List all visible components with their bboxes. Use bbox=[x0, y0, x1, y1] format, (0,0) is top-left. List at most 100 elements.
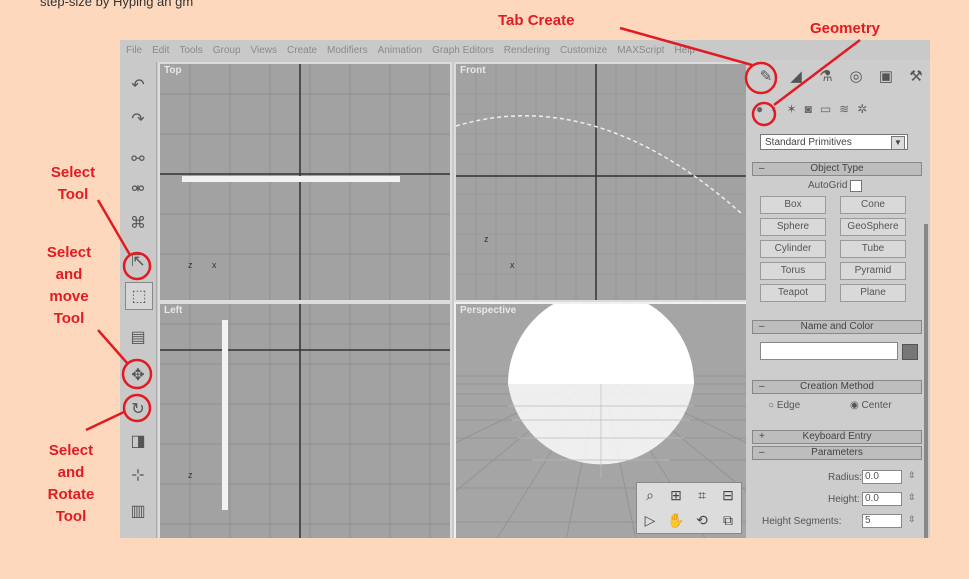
name-color-rollout[interactable]: – Name and Color bbox=[752, 320, 922, 334]
select-and-rotate-icon[interactable]: ↻ bbox=[125, 396, 151, 422]
category-dropdown[interactable]: Standard Primitives ▼ bbox=[760, 134, 908, 150]
command-panel: ✎ ◢ ⚗ ◎ ▣ ⚒ ● ◐ ✶ ◙ ▭ ≋ ✲ Standard Primi… bbox=[746, 60, 930, 538]
center-radio[interactable]: ◉ Center bbox=[850, 400, 892, 411]
collapse-icon: – bbox=[759, 447, 765, 458]
motion-tab-icon[interactable]: ◎ bbox=[844, 64, 868, 88]
command-panel-scrollbar[interactable] bbox=[924, 224, 928, 538]
menu-animation[interactable]: Animation bbox=[378, 45, 422, 56]
select-and-move-icon[interactable]: ✥ bbox=[125, 362, 151, 388]
menu-modifiers[interactable]: Modifiers bbox=[327, 45, 368, 56]
tube-button[interactable]: Tube bbox=[840, 240, 906, 258]
space-warps-icon[interactable]: ≋ bbox=[839, 102, 849, 116]
cylinder-button[interactable]: Cylinder bbox=[760, 240, 826, 258]
zoom-extents-icon[interactable]: ⌗ bbox=[698, 487, 706, 504]
viewport-top-grid bbox=[160, 64, 450, 300]
dropdown-arrow-icon[interactable]: ▼ bbox=[891, 136, 905, 150]
select-rotate-annotation: Select and Rotate Tool bbox=[36, 440, 106, 528]
radius-spinner-icon[interactable]: ⇳ bbox=[908, 470, 916, 481]
parameters-rollout[interactable]: – Parameters bbox=[752, 446, 922, 460]
viewport-label-left[interactable]: Left bbox=[164, 305, 182, 316]
select-rotate-annotation-line: Tool bbox=[55, 508, 87, 525]
display-tab-icon[interactable]: ▣ bbox=[874, 64, 898, 88]
viewport-label-front[interactable]: Front bbox=[460, 65, 486, 76]
edge-radio[interactable]: ○ Edge bbox=[768, 400, 800, 411]
keyboard-entry-header: Keyboard Entry bbox=[802, 431, 872, 442]
autogrid-checkbox[interactable] bbox=[850, 180, 862, 192]
menu-create[interactable]: Create bbox=[287, 45, 317, 56]
menu-group[interactable]: Group bbox=[213, 45, 241, 56]
viewport-label-top[interactable]: Top bbox=[164, 65, 182, 76]
geometry-icon[interactable]: ● bbox=[756, 102, 763, 116]
zoom-all-icon[interactable]: ⊞ bbox=[670, 487, 682, 504]
utilities-tab-icon[interactable]: ⚒ bbox=[904, 64, 928, 88]
autogrid-label: AutoGrid bbox=[808, 180, 848, 191]
teapot-button[interactable]: Teapot bbox=[760, 284, 826, 302]
keyboard-entry-rollout[interactable]: + Keyboard Entry bbox=[752, 430, 922, 444]
hierarchy-tab-icon[interactable]: ⚗ bbox=[814, 64, 838, 88]
select-rotate-leader bbox=[85, 410, 125, 432]
select-tool-annotation: Select Tool bbox=[40, 162, 106, 206]
parameters-header: Parameters bbox=[811, 447, 863, 458]
zoom-icon[interactable]: ⌕ bbox=[646, 487, 654, 504]
lights-icon[interactable]: ✶ bbox=[787, 102, 797, 116]
sphere-button[interactable]: Sphere bbox=[760, 218, 826, 236]
axis-z-label: z bbox=[188, 260, 193, 270]
pan-icon[interactable]: ✋ bbox=[667, 512, 684, 529]
height-spinner-icon[interactable]: ⇳ bbox=[908, 492, 916, 503]
height-segments-field[interactable]: 5 bbox=[862, 514, 902, 528]
modify-tab-icon[interactable]: ◢ bbox=[784, 64, 808, 88]
geosphere-button[interactable]: GeoSphere bbox=[840, 218, 906, 236]
plane-button[interactable]: Plane bbox=[840, 284, 906, 302]
shapes-icon[interactable]: ◐ bbox=[771, 102, 778, 116]
helpers-icon[interactable]: ▭ bbox=[820, 102, 831, 116]
unlink-icon[interactable]: ⚮ bbox=[125, 176, 151, 202]
systems-icon[interactable]: ✲ bbox=[857, 102, 867, 116]
name-color-header: Name and Color bbox=[800, 321, 874, 332]
arc-rotate-icon[interactable]: ⟲ bbox=[696, 512, 708, 529]
select-rotate-annotation-line: and bbox=[57, 464, 85, 481]
menu-views[interactable]: Views bbox=[251, 45, 278, 56]
cone-button[interactable]: Cone bbox=[840, 196, 906, 214]
menu-edit[interactable]: Edit bbox=[152, 45, 169, 56]
menu-maxscript[interactable]: MAXScript bbox=[617, 45, 664, 56]
viewport-front[interactable]: Front z x bbox=[454, 62, 748, 302]
object-color-swatch[interactable] bbox=[902, 344, 918, 360]
creation-method-rollout[interactable]: – Creation Method bbox=[752, 380, 922, 394]
mirror-icon[interactable]: ⊹ bbox=[125, 462, 151, 488]
object-type-rollout[interactable]: – Object Type bbox=[752, 162, 922, 176]
undo-icon[interactable]: ↶ bbox=[125, 72, 151, 98]
menu-graph-editors[interactable]: Graph Editors bbox=[432, 45, 494, 56]
zoom-extents-all-icon[interactable]: ⊟ bbox=[722, 487, 734, 504]
viewport-top[interactable]: Top z x bbox=[158, 62, 452, 302]
app-window: File Edit Tools Group Views Create Modif… bbox=[120, 40, 930, 538]
link-icon[interactable]: ⚯ bbox=[125, 146, 151, 172]
pyramid-button[interactable]: Pyramid bbox=[840, 262, 906, 280]
align-icon[interactable]: ▥ bbox=[125, 498, 151, 524]
object-name-field[interactable] bbox=[760, 342, 898, 360]
height-segments-spinner-icon[interactable]: ⇳ bbox=[908, 514, 916, 525]
box-button[interactable]: Box bbox=[760, 196, 826, 214]
viewport-label-perspective[interactable]: Perspective bbox=[460, 305, 516, 316]
select-move-annotation-line: Select bbox=[46, 244, 92, 261]
region-select-icon[interactable]: ⬚ bbox=[125, 282, 153, 310]
menu-file[interactable]: File bbox=[126, 45, 142, 56]
menu-customize[interactable]: Customize bbox=[560, 45, 607, 56]
menu-help[interactable]: Help bbox=[674, 45, 695, 56]
field-of-view-icon[interactable]: ▷ bbox=[645, 512, 656, 529]
viewport-front-grid bbox=[456, 64, 746, 300]
radius-field[interactable]: 0.0 bbox=[862, 470, 902, 484]
torus-button[interactable]: Torus bbox=[760, 262, 826, 280]
cameras-icon[interactable]: ◙ bbox=[805, 102, 812, 116]
select-and-scale-icon[interactable]: ◨ bbox=[125, 428, 151, 454]
maximize-viewport-icon[interactable]: ⧉ bbox=[723, 512, 733, 529]
viewport-left[interactable]: Left z bbox=[158, 302, 452, 538]
select-tool-icon[interactable]: ⇱ bbox=[125, 248, 151, 274]
bind-space-warp-icon[interactable]: ⌘ bbox=[125, 210, 151, 236]
create-tab-icon[interactable]: ✎ bbox=[754, 64, 778, 88]
menu-tools[interactable]: Tools bbox=[179, 45, 202, 56]
height-field[interactable]: 0.0 bbox=[862, 492, 902, 506]
menu-rendering[interactable]: Rendering bbox=[504, 45, 550, 56]
menu-bar: File Edit Tools Group Views Create Modif… bbox=[120, 40, 766, 60]
select-by-name-icon[interactable]: ▤ bbox=[125, 324, 151, 350]
redo-icon[interactable]: ↷ bbox=[125, 106, 151, 132]
